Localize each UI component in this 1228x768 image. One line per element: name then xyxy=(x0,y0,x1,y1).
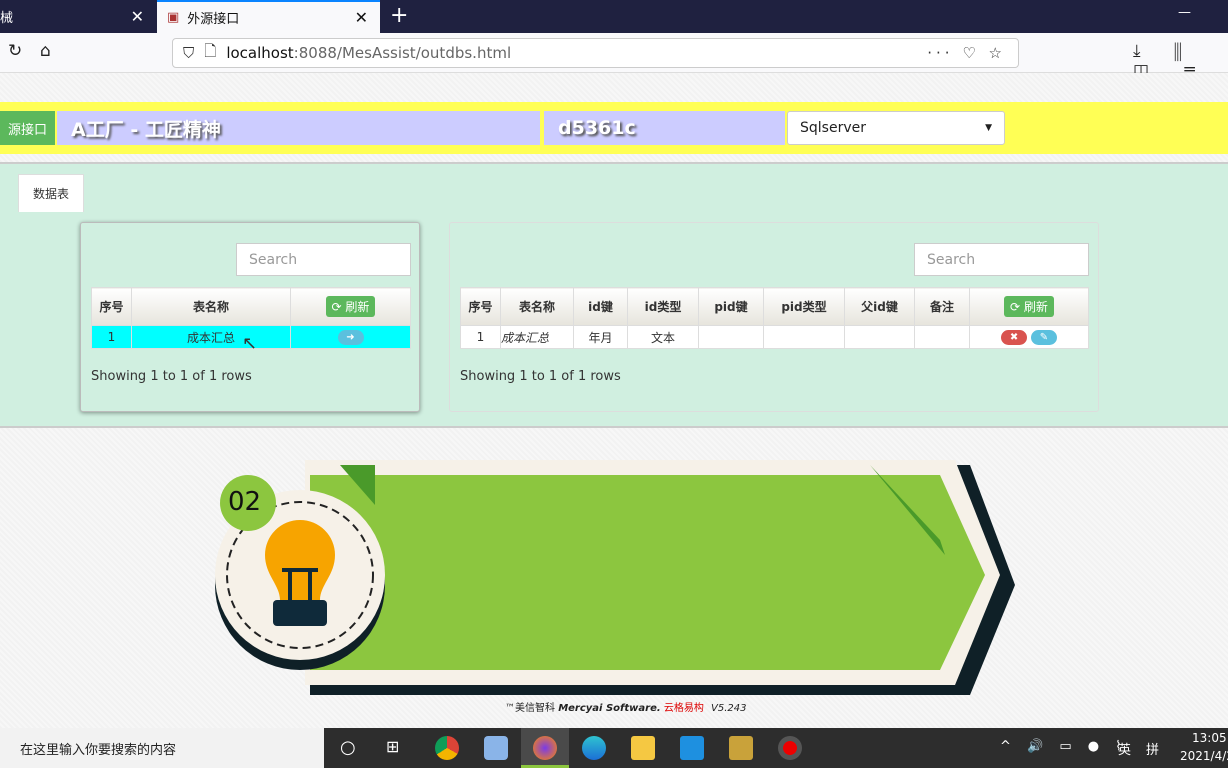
col-header: id类型 xyxy=(627,287,699,326)
col-header: pid键 xyxy=(698,287,764,326)
mouse-cursor-icon: ↖ xyxy=(242,333,258,354)
shield-icon: ⛉ xyxy=(183,44,195,62)
browser-tab-bar: 械 ✕ ▣ 外源接口 ✕ + — xyxy=(0,0,1228,33)
file-explorer-icon[interactable] xyxy=(631,736,655,760)
url-host: localhost xyxy=(226,44,294,62)
table-list-card: Search 序号 表名称 ⟳ 刷新 1 成本汇总 ➜ Showing 1 to 1 o… xyxy=(80,222,420,412)
cortana-icon[interactable]: ○ xyxy=(340,737,356,758)
col-header[interactable]: 表名称 xyxy=(500,287,574,326)
ime-language[interactable]: 英 xyxy=(1118,739,1131,758)
close-icon[interactable]: ✕ xyxy=(355,8,368,27)
tools-icon[interactable] xyxy=(729,736,753,760)
footer: ™美信智科 Mercyai Software. 云格易构 V5.243 xyxy=(505,703,747,714)
minimize-icon[interactable]: — xyxy=(1178,5,1191,20)
col-header: 父id键 xyxy=(844,287,915,326)
delete-icon[interactable]: ✖ xyxy=(1001,329,1028,345)
page-icon: 🗋 xyxy=(204,41,217,60)
task-view-icon[interactable]: ⊞ xyxy=(386,737,399,756)
col-header: pid类型 xyxy=(763,287,845,326)
search-input[interactable]: Search xyxy=(236,243,411,276)
url-bar[interactable]: ⛉ 🗋 localhost:8088/MesAssist/outdbs.html … xyxy=(172,38,1019,68)
close-icon[interactable]: ✕ xyxy=(131,7,144,26)
banner-illustration xyxy=(215,460,1015,695)
refresh-button[interactable]: ⟳ 刷新 xyxy=(1004,296,1054,317)
col-header: 序号 xyxy=(460,287,501,326)
tab-label: 外源接口 xyxy=(187,12,240,27)
browser-nav-bar: ↻ ⌂ ⛉ 🗋 localhost:8088/MesAssist/outdbs.h… xyxy=(0,33,1228,81)
mail-icon[interactable] xyxy=(680,736,704,760)
search-input[interactable]: Search xyxy=(914,243,1089,276)
firefox-taskbar-button[interactable] xyxy=(521,728,569,768)
table-detail-card: Search 序号 表名称 id键 id类型 pid键 pid类型 父id键 备… xyxy=(449,222,1099,412)
db-type-select[interactable]: Sqlserver ▼ xyxy=(787,111,1005,145)
edit-icon[interactable]: ✎ xyxy=(1030,329,1057,345)
company-name: A工厂 - 工匠精神 xyxy=(57,111,540,145)
home-icon[interactable]: ⌂ xyxy=(40,41,51,61)
table-detail: 序号 表名称 id键 id类型 pid键 pid类型 父id键 备注 ⟳ 刷新 … xyxy=(460,287,1089,349)
col-header: 序号 xyxy=(91,287,132,326)
step-number: 02 xyxy=(228,487,262,517)
browser-tab[interactable]: 械 ✕ xyxy=(0,0,156,33)
page-actions-icon[interactable]: ··· ♡ ☆ xyxy=(927,44,1006,62)
app-cube-icon[interactable] xyxy=(484,736,508,760)
col-header: 备注 xyxy=(914,287,970,326)
edge-icon[interactable] xyxy=(582,736,606,760)
arrow-right-icon[interactable]: ➜ xyxy=(337,329,364,345)
reload-icon[interactable]: ↻ xyxy=(8,41,22,61)
recorder-icon[interactable] xyxy=(778,736,802,760)
clock-date[interactable]: 2021/4/2 xyxy=(1180,749,1228,763)
table-row[interactable]: 1 成本汇总 年月 文本 ✖ ✎ xyxy=(460,325,1089,349)
url-path: :8088/MesAssist/outdbs.html xyxy=(293,44,512,62)
chrome-icon[interactable] xyxy=(435,736,459,760)
taskbar-search[interactable]: 在这里输入你要搜索的内容 xyxy=(0,728,324,768)
favicon-icon: ▣ xyxy=(167,10,180,25)
page-label: 源接口 xyxy=(0,111,55,145)
browser-tab-active[interactable]: ▣ 外源接口 ✕ xyxy=(157,0,380,33)
pagination-info: Showing 1 to 1 of 1 rows xyxy=(91,369,252,384)
col-header: id键 xyxy=(573,287,628,326)
refresh-button[interactable]: ⟳ 刷新 xyxy=(325,296,376,317)
tab-label: 械 xyxy=(0,11,14,26)
caret-down-icon: ▼ xyxy=(985,123,992,133)
ime-mode[interactable]: 拼 xyxy=(1146,739,1159,758)
company-code: d5361c xyxy=(544,111,785,145)
taskbar: 在这里输入你要搜索的内容 ○ ⊞ ^ 🔊 ▭ ● ⌇ 英 拼 13:05 202… xyxy=(0,728,1228,768)
clock-time[interactable]: 13:05 xyxy=(1192,731,1227,745)
col-header[interactable]: 表名称 xyxy=(131,287,291,326)
new-tab-icon[interactable]: + xyxy=(390,3,408,28)
pagination-info: Showing 1 to 1 of 1 rows xyxy=(460,369,621,384)
firefox-icon xyxy=(533,736,557,760)
tab-data-tables[interactable]: 数据表 xyxy=(18,174,84,212)
select-value: Sqlserver xyxy=(800,120,866,136)
system-tray-icons[interactable]: ^ 🔊 ▭ ● ⌇ xyxy=(1000,739,1128,754)
